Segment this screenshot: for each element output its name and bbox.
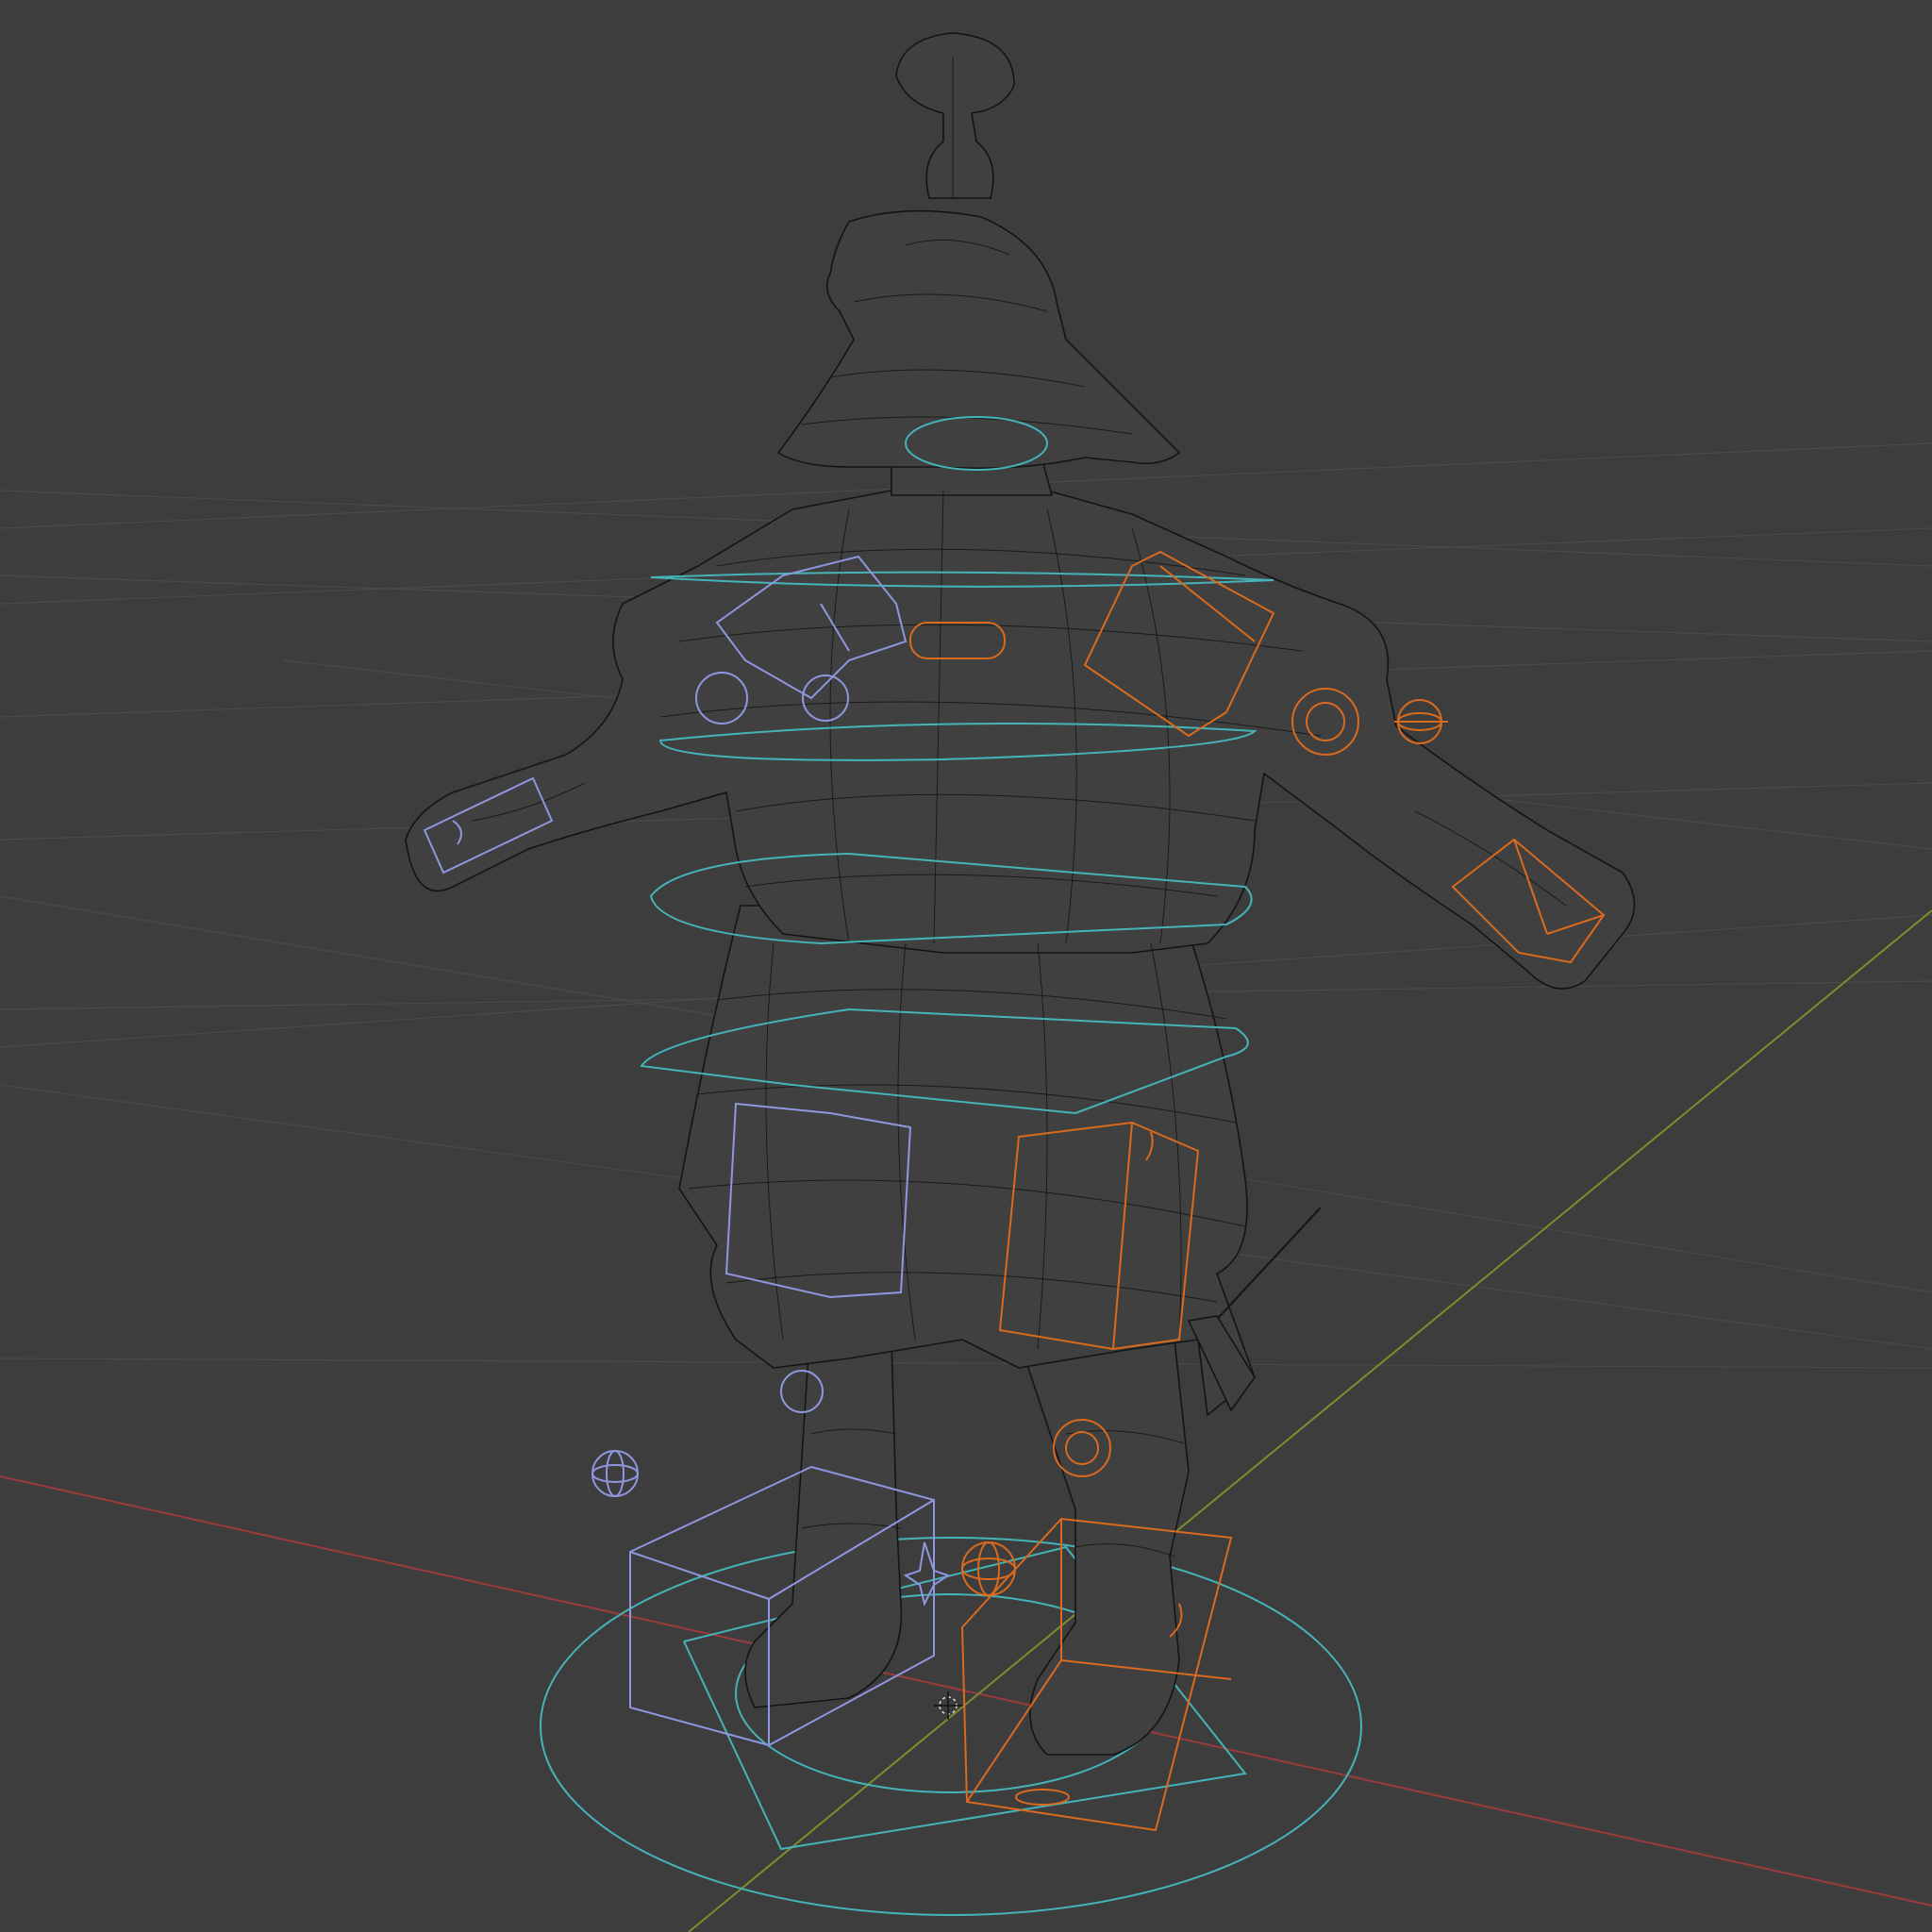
mesh-torso: [405, 490, 1636, 990]
mesh-right-leg: [1018, 1339, 1190, 1756]
3d-viewport[interactable]: [0, 0, 1932, 1932]
mesh-skirt: [678, 905, 1256, 1416]
scene-canvas[interactable]: [0, 0, 1932, 1932]
mesh-helmet: [777, 209, 1180, 470]
root-control[interactable]: [540, 1537, 1362, 1916]
character-mesh[interactable]: [405, 32, 1636, 1756]
right-pole-target[interactable]: [961, 1541, 1016, 1596]
right-toe-control[interactable]: [1015, 1789, 1070, 1806]
x-axis-line: [0, 1475, 1932, 1907]
3d-cursor[interactable]: [934, 1691, 962, 1720]
mesh-helmet-crest: [895, 32, 1015, 199]
left-pole-target[interactable]: [591, 1450, 639, 1497]
